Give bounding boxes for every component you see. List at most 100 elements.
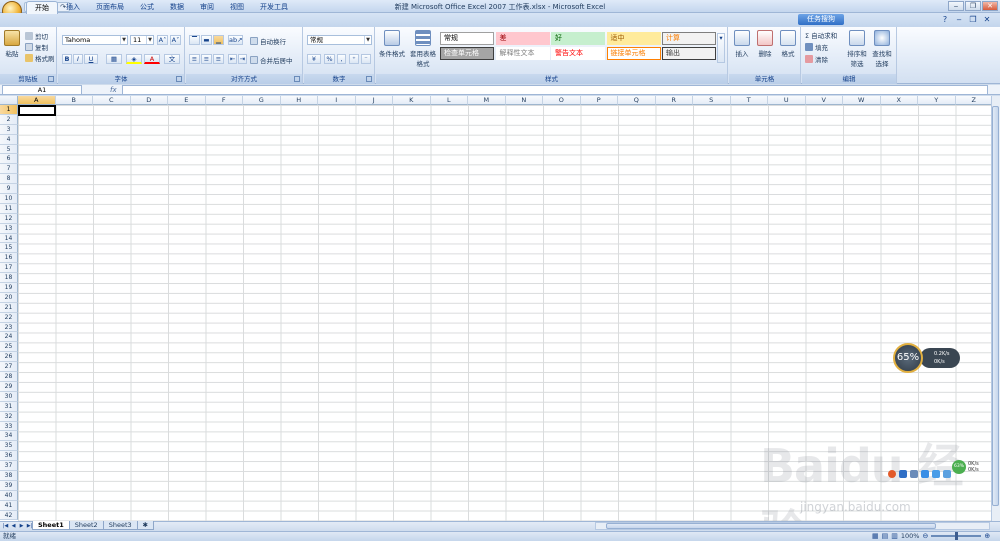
- row-header[interactable]: 20: [0, 292, 18, 303]
- minimize-button[interactable]: ‒: [948, 1, 964, 11]
- tab-developer[interactable]: 开发工具: [252, 1, 296, 14]
- row-header[interactable]: 31: [0, 401, 18, 412]
- orientation-button[interactable]: ab↗: [228, 35, 243, 45]
- row-header[interactable]: 7: [0, 164, 18, 175]
- find-select-button[interactable]: 查找和选择: [870, 30, 894, 68]
- tab-view[interactable]: 视图: [222, 1, 252, 14]
- row-header[interactable]: 8: [0, 174, 18, 185]
- row-header[interactable]: 9: [0, 184, 18, 195]
- zoom-knob[interactable]: [955, 532, 959, 540]
- column-header[interactable]: H: [280, 96, 318, 105]
- row-header[interactable]: 26: [0, 352, 18, 363]
- name-box[interactable]: A1: [2, 85, 82, 95]
- column-header[interactable]: E: [168, 96, 206, 105]
- doc-minimize-icon[interactable]: ‒: [954, 15, 964, 25]
- row-header[interactable]: 37: [0, 461, 18, 471]
- zoom-out-icon[interactable]: ⊖: [922, 532, 928, 540]
- row-header[interactable]: 27: [0, 362, 18, 373]
- format-painter-button[interactable]: 格式刷: [25, 53, 55, 63]
- column-header[interactable]: V: [805, 96, 843, 105]
- memory-widget[interactable]: 65%: [893, 343, 923, 373]
- underline-button[interactable]: U: [84, 54, 98, 64]
- increase-decimal-button[interactable]: ⁺: [349, 54, 359, 64]
- tab-page-layout[interactable]: 页面布局: [88, 1, 132, 14]
- row-header[interactable]: 15: [0, 243, 18, 254]
- row-header[interactable]: 23: [0, 322, 18, 333]
- ime-settings-icon[interactable]: [943, 470, 951, 478]
- column-header[interactable]: M: [468, 96, 506, 105]
- autosum-button[interactable]: Σ 自动求和: [805, 30, 837, 40]
- zoom-level[interactable]: 100%: [901, 532, 920, 540]
- align-center-button[interactable]: ≡: [201, 54, 212, 64]
- row-header[interactable]: 28: [0, 372, 18, 382]
- close-button[interactable]: ✕: [982, 1, 998, 11]
- sort-filter-button[interactable]: 排序和筛选: [845, 30, 869, 68]
- format-as-table-button[interactable]: 套用表格格式: [410, 30, 436, 68]
- copy-button[interactable]: 复制: [25, 42, 48, 52]
- row-header[interactable]: 17: [0, 263, 18, 274]
- speed-widget-pill[interactable]: 0.2K/s 0K/s: [920, 348, 960, 368]
- font-name-combo[interactable]: Tahoma ▼: [62, 35, 128, 45]
- paste-button[interactable]: 粘贴: [3, 30, 21, 58]
- italic-button[interactable]: I: [73, 54, 83, 64]
- row-header[interactable]: 2: [0, 114, 18, 125]
- column-header[interactable]: Y: [918, 96, 956, 105]
- column-header[interactable]: S: [693, 96, 731, 105]
- clipboard-launcher-icon[interactable]: [48, 76, 54, 82]
- align-top-button[interactable]: ▔: [189, 35, 200, 45]
- row-header[interactable]: 25: [0, 342, 18, 353]
- normal-view-icon[interactable]: ▦: [872, 532, 879, 540]
- doc-close-icon[interactable]: ✕: [982, 15, 992, 25]
- row-header[interactable]: 13: [0, 223, 18, 234]
- clear-button[interactable]: 清除: [805, 54, 828, 64]
- currency-button[interactable]: ¥: [307, 54, 321, 64]
- row-header[interactable]: 24: [0, 332, 18, 343]
- row-header[interactable]: 39: [0, 480, 18, 491]
- tab-review[interactable]: 审阅: [192, 1, 222, 14]
- cell-style-item[interactable]: 链接单元格: [606, 47, 661, 60]
- tab-home[interactable]: 开始: [26, 1, 58, 14]
- column-header[interactable]: X: [880, 96, 918, 105]
- styles-more-button[interactable]: ▾: [717, 33, 725, 63]
- cell-style-item[interactable]: 输出: [662, 47, 716, 60]
- column-header[interactable]: O: [543, 96, 581, 105]
- sheet-tab-3[interactable]: Sheet3: [102, 521, 138, 530]
- sheet-tab-1[interactable]: Sheet1: [32, 521, 70, 530]
- align-left-button[interactable]: ≡: [189, 54, 200, 64]
- row-header[interactable]: 32: [0, 411, 18, 422]
- number-format-combo[interactable]: 常规 ▼: [307, 35, 372, 45]
- ime-mode-icon[interactable]: [899, 470, 907, 478]
- zoom-in-icon[interactable]: ⊕: [984, 532, 990, 540]
- insert-function-icon[interactable]: fx: [110, 86, 117, 94]
- cut-button[interactable]: 剪切: [25, 31, 48, 41]
- doc-restore-icon[interactable]: ❐: [968, 15, 978, 25]
- column-header[interactable]: Q: [618, 96, 656, 105]
- border-button[interactable]: ▦: [106, 54, 122, 64]
- bold-button[interactable]: B: [62, 54, 72, 64]
- row-header[interactable]: 18: [0, 273, 18, 284]
- wrap-text-button[interactable]: 自动换行: [250, 36, 286, 46]
- percent-button[interactable]: %: [324, 54, 335, 64]
- row-header[interactable]: 29: [0, 381, 18, 392]
- row-header[interactable]: 19: [0, 283, 18, 293]
- column-header[interactable]: W: [843, 96, 881, 105]
- column-header[interactable]: I: [318, 96, 356, 105]
- tab-formulas[interactable]: 公式: [132, 1, 162, 14]
- select-all-corner[interactable]: [0, 96, 18, 105]
- horizontal-scroll-thumb[interactable]: [606, 523, 936, 529]
- align-bottom-button[interactable]: ▁: [213, 35, 224, 45]
- ime-keyboard-icon[interactable]: [921, 470, 929, 478]
- page-break-view-icon[interactable]: ▥: [891, 532, 898, 540]
- cell-style-item[interactable]: 解释性文本: [495, 47, 550, 60]
- zoom-slider[interactable]: [931, 532, 982, 540]
- column-header[interactable]: N: [505, 96, 543, 105]
- row-header[interactable]: 11: [0, 203, 18, 214]
- row-header[interactable]: 30: [0, 391, 18, 402]
- cell-style-item[interactable]: 警告文本: [551, 47, 605, 60]
- row-header[interactable]: 10: [0, 194, 18, 204]
- row-header[interactable]: 16: [0, 253, 18, 264]
- column-header[interactable]: G: [243, 96, 281, 105]
- sheet-tab-2[interactable]: Sheet2: [68, 521, 104, 530]
- fill-button[interactable]: 填充: [805, 42, 828, 52]
- decrease-decimal-button[interactable]: ⁻: [361, 54, 371, 64]
